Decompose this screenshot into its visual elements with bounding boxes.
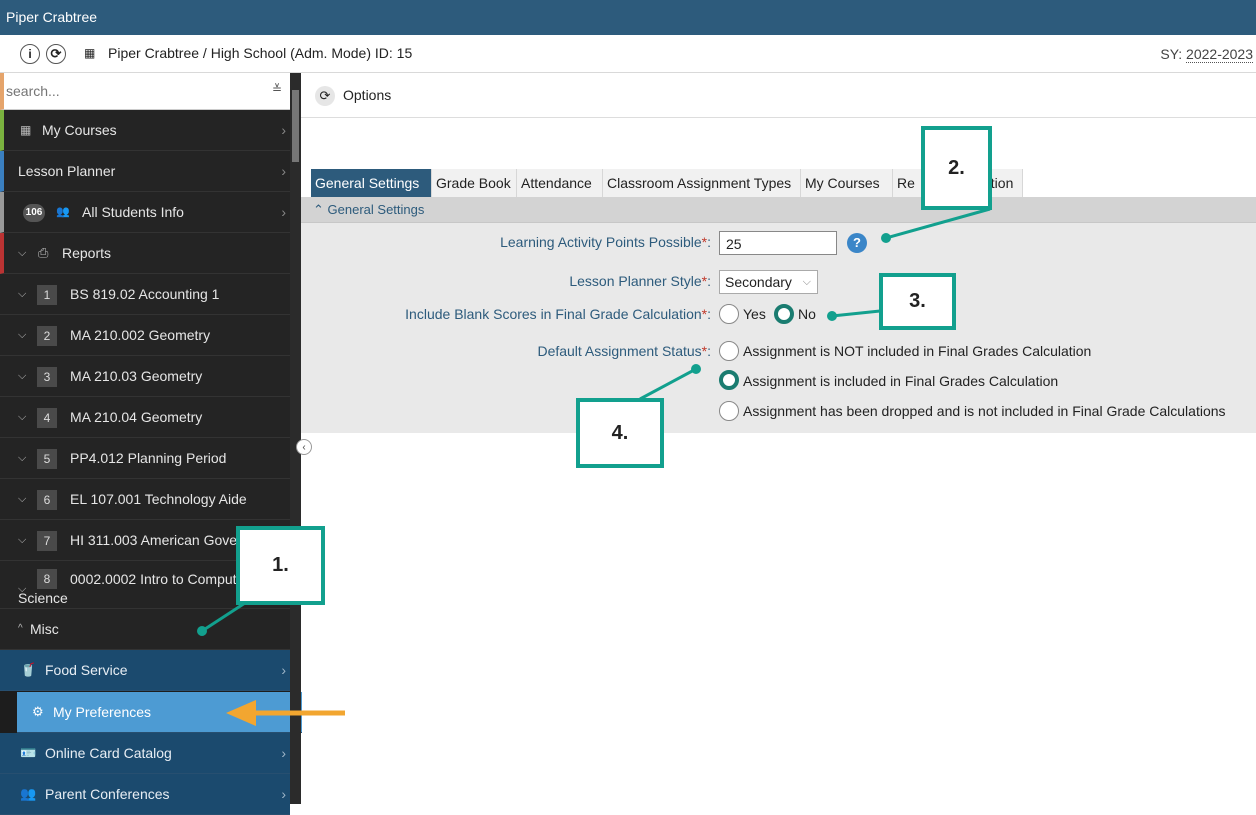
callout-2: 2. (922, 127, 991, 209)
callout-3: 3. (880, 274, 955, 329)
callout-4-dot (691, 364, 701, 374)
callout-1-dot (197, 626, 207, 636)
callout-2-dot (881, 233, 891, 243)
arrow-head (226, 700, 256, 726)
callout-4: 4. (577, 399, 663, 467)
callout-1-line (201, 601, 246, 633)
callout-2-line (885, 207, 991, 240)
callout-1: 1. (237, 527, 324, 604)
callout-4-line (639, 367, 697, 401)
callout-3-line (831, 309, 881, 318)
callout-3-dot (827, 311, 837, 321)
